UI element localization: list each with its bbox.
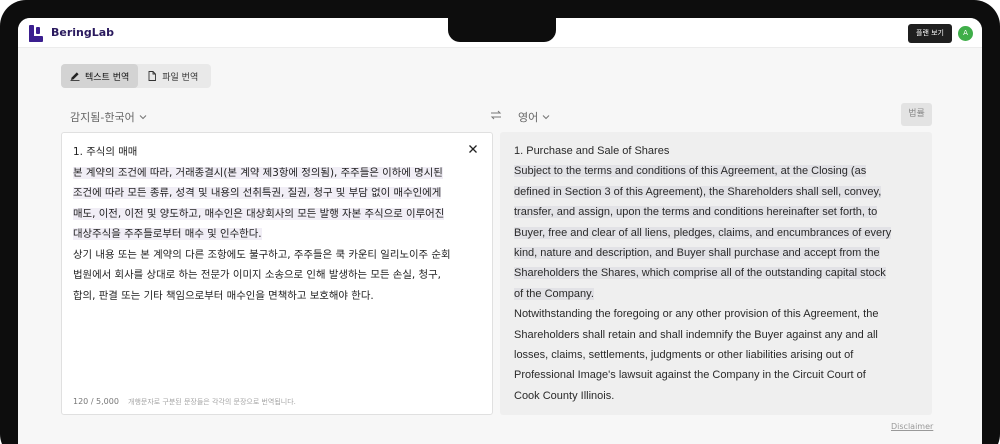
view-plans-button[interactable]: 플랜 보기 [908,24,952,43]
brand-name[interactable]: BeringLab [51,26,114,39]
translation-output-panel: 1. Purchase and Sale of Shares Subject t… [500,132,932,415]
clear-text-icon[interactable] [467,143,479,155]
tab-label: 파일 번역 [162,72,199,83]
chevron-down-icon [542,115,550,120]
tab-text-translation[interactable]: 텍스트 번역 [61,64,139,88]
user-avatar[interactable]: A [958,26,973,41]
translation-paragraph: Notwithstanding the foregoing or any oth… [514,308,879,402]
newline-hint: 개행문자로 구분된 문장들은 각각의 문장으로 번역됩니다. [128,398,296,406]
source-paragraph: 본 계약의 조건에 따라, 거래종결시(본 계약 제3항에 정의됨), 주주들은… [73,166,445,240]
target-language-label: 영어 [518,111,539,124]
translation-paragraph: 1. Purchase and Sale of Shares [514,145,670,157]
translation-text: 1. Purchase and Sale of Shares Subject t… [514,141,894,406]
swap-languages-icon[interactable] [490,109,502,121]
source-language-select[interactable]: 감지됨-한국어 [70,109,147,125]
tab-file-translation[interactable]: 파일 번역 [138,64,207,88]
beringlab-logo-icon[interactable] [29,25,43,42]
disclaimer-link[interactable]: Disclaimer [891,422,933,431]
legal-domain-button[interactable]: 법률 [901,103,932,126]
character-counter: 120 / 5,000 [73,397,119,406]
source-text-panel[interactable]: 1. 주식의 매매 본 계약의 조건에 따라, 거래종결시(본 계약 제3항에 … [61,132,493,415]
tab-label: 텍스트 번역 [85,72,130,83]
translation-paragraph: Subject to the terms and conditions of t… [514,165,892,300]
source-paragraph: 상기 내용 또는 본 계약의 다른 조항에도 불구하고, 주주들은 쿡 카운티 … [73,248,451,302]
file-icon [148,71,157,81]
chevron-down-icon [139,115,147,120]
app-screen: BeringLab 플랜 보기 A 텍스트 번역 파일 번역 감지됨-한국어 영… [18,18,982,444]
source-language-label: 감지됨-한국어 [70,111,135,124]
pencil-icon [70,72,80,81]
device-notch [448,16,556,42]
source-text-area[interactable]: 1. 주식의 매매 본 계약의 조건에 따라, 거래종결시(본 계약 제3항에 … [73,142,453,306]
target-language-select[interactable]: 영어 [518,109,550,125]
source-paragraph: 1. 주식의 매매 [73,146,138,158]
translation-mode-tabs: 텍스트 번역 파일 번역 [61,64,211,88]
